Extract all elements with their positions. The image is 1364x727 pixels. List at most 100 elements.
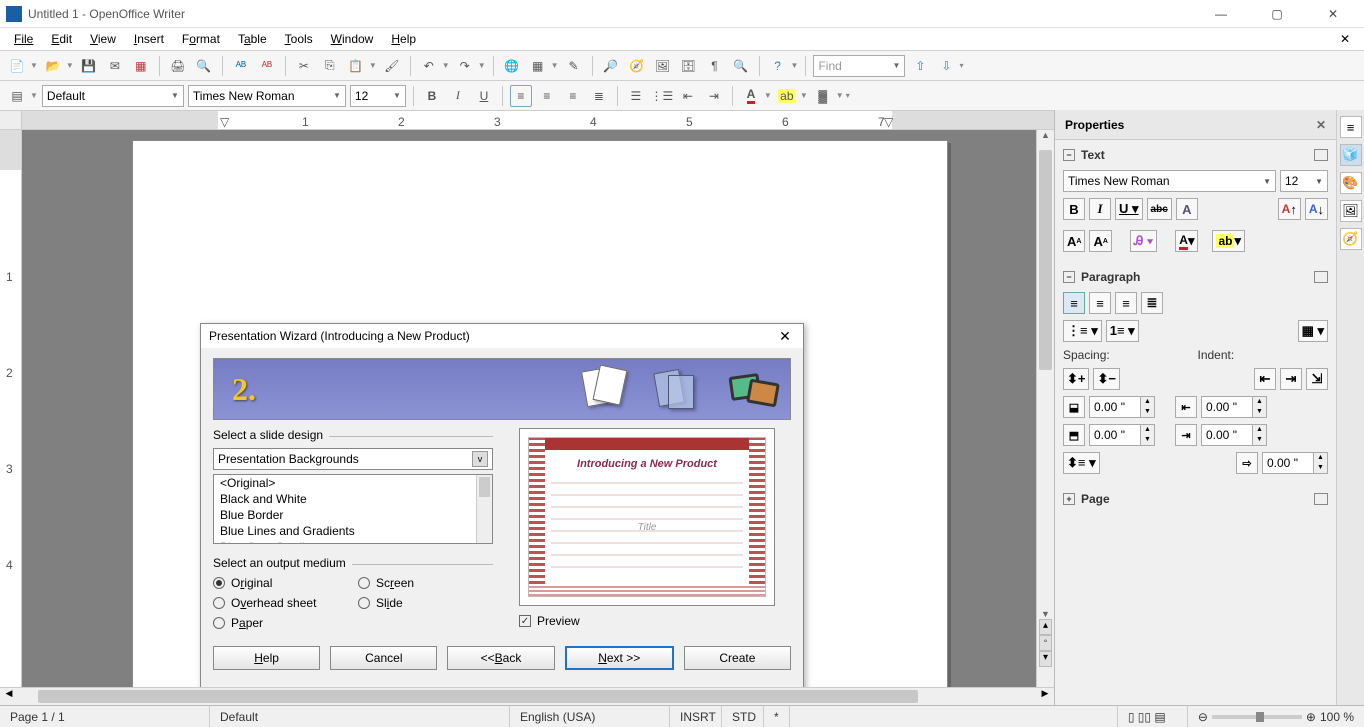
status-std[interactable]: STD xyxy=(722,706,764,727)
zoom-slider[interactable] xyxy=(1212,715,1302,719)
align-right-button[interactable]: ≡ xyxy=(562,85,584,107)
data-sources-button[interactable]: 🗄 xyxy=(678,55,700,77)
sidebar-highlight-button[interactable]: ab ▾ xyxy=(1212,230,1245,252)
superscript-button[interactable]: AA xyxy=(1063,230,1085,252)
decrease-font-button[interactable]: A↓ xyxy=(1305,198,1328,220)
menu-tools[interactable]: Tools xyxy=(277,30,321,48)
print-preview-button[interactable]: 🔍 xyxy=(193,55,215,77)
paste-button[interactable]: 📋 xyxy=(345,55,367,77)
status-insert[interactable]: INSRT xyxy=(670,706,722,727)
menu-window[interactable]: Window xyxy=(323,30,382,48)
table-button[interactable]: ▦ xyxy=(527,55,549,77)
status-selection[interactable]: * xyxy=(764,706,790,727)
maximize-button[interactable]: ▢ xyxy=(1258,3,1296,25)
help-button[interactable]: Help xyxy=(213,646,320,670)
bold-button[interactable]: B xyxy=(421,85,443,107)
font-name-select[interactable]: Times New Roman▼ xyxy=(188,85,346,107)
para-bgcolor-button[interactable]: ▦ ▾ xyxy=(1298,320,1328,342)
bg-color-button[interactable]: ▓ xyxy=(812,85,834,107)
radio-slide[interactable]: Slide xyxy=(358,596,493,610)
menu-table[interactable]: Table xyxy=(230,30,275,48)
radio-original[interactable]: Original xyxy=(213,576,348,590)
align-justify-button[interactable]: ≣ xyxy=(588,85,610,107)
underline-button[interactable]: U xyxy=(473,85,495,107)
sidebar-tab-menu-icon[interactable]: ≡ xyxy=(1340,116,1362,138)
sidebar-italic-button[interactable]: I xyxy=(1089,198,1111,220)
table-dropdown[interactable]: ▼ xyxy=(551,61,559,70)
horizontal-scrollbar[interactable]: ◀ ▶ xyxy=(0,687,1054,705)
first-line-spinner[interactable]: ▲▼ xyxy=(1262,452,1328,474)
ruler-marker-left[interactable]: ▽ xyxy=(220,115,229,129)
zoom-button[interactable]: 🔍 xyxy=(730,55,752,77)
auto-spellcheck-button[interactable]: ᴬᴮ xyxy=(256,55,278,77)
navigator-button[interactable]: 🧭 xyxy=(626,55,648,77)
list-item[interactable]: Blue Step Gradients xyxy=(214,539,492,544)
scroll-down-icon[interactable]: ▼ xyxy=(1037,609,1054,627)
radio-paper[interactable]: Paper xyxy=(213,616,348,630)
bullet-list-button[interactable]: ⋮☰ xyxy=(651,85,673,107)
redo-button[interactable]: ↷ xyxy=(454,55,476,77)
para-bullets-button[interactable]: ⋮≡ ▾ xyxy=(1063,320,1102,342)
vertical-scrollbar[interactable]: ▲ ▴ ◦ ▾ ▼ xyxy=(1036,130,1054,687)
list-item[interactable]: <Original> xyxy=(214,475,492,491)
dialog-titlebar[interactable]: Presentation Wizard (Introducing a New P… xyxy=(201,324,803,348)
list-item[interactable]: Blue Lines and Gradients xyxy=(214,523,492,539)
menu-edit[interactable]: Edit xyxy=(43,30,80,48)
sidebar-strike-button[interactable]: abc xyxy=(1147,198,1172,220)
format-paintbrush-button[interactable]: 🖌 xyxy=(381,55,403,77)
font-size-select[interactable]: 12▼ xyxy=(350,85,406,107)
menu-format[interactable]: Format xyxy=(174,30,228,48)
sidebar-bold-button[interactable]: B xyxy=(1063,198,1085,220)
backgrounds-combo[interactable]: Presentation Backgrounds v xyxy=(213,448,493,470)
para-align-center-button[interactable]: ≡ xyxy=(1089,292,1111,314)
outdent-button[interactable]: ⇤ xyxy=(677,85,699,107)
highlight-dropdown[interactable]: ▼ xyxy=(800,91,808,100)
italic-button[interactable]: I xyxy=(447,85,469,107)
styles-button[interactable]: ▤ xyxy=(6,85,28,107)
increase-font-button[interactable]: A↑ xyxy=(1278,198,1301,220)
align-left-button[interactable]: ≡ xyxy=(510,85,532,107)
menu-file[interactable]: File xyxy=(6,30,41,48)
close-button[interactable]: ✕ xyxy=(1314,3,1352,25)
open-dropdown[interactable]: ▼ xyxy=(66,61,74,70)
hanging-indent-button[interactable]: ⇲ xyxy=(1306,368,1328,390)
styles-dropdown[interactable]: ▼ xyxy=(30,91,38,100)
paste-dropdown[interactable]: ▼ xyxy=(369,61,377,70)
find-prev-button[interactable]: ⇧ xyxy=(909,55,931,77)
help-dropdown[interactable]: ▼ xyxy=(791,61,799,70)
open-button[interactable]: 📂 xyxy=(42,55,64,77)
copy-button[interactable]: ⎘ xyxy=(319,55,341,77)
list-item[interactable]: Black and White xyxy=(214,491,492,507)
para-numbering-button[interactable]: 1≡ ▾ xyxy=(1106,320,1139,342)
menu-help[interactable]: Help xyxy=(383,30,424,48)
design-listbox[interactable]: <Original> Black and White Blue Border B… xyxy=(213,474,493,544)
toolbar-overflow[interactable]: ▾ xyxy=(959,61,963,70)
cancel-button[interactable]: Cancel xyxy=(330,646,437,670)
section-options-icon[interactable] xyxy=(1314,271,1328,283)
scroll-right-icon[interactable]: ▶ xyxy=(1036,688,1054,705)
gallery-button[interactable]: 🖼 xyxy=(652,55,674,77)
dialog-close-icon[interactable]: ✕ xyxy=(775,328,795,345)
new-dropdown[interactable]: ▼ xyxy=(30,61,38,70)
undo-dropdown[interactable]: ▼ xyxy=(442,61,450,70)
ruler-marker-right[interactable]: ▽ xyxy=(884,115,893,129)
email-button[interactable]: ✉ xyxy=(104,55,126,77)
para-align-right-button[interactable]: ≡ xyxy=(1115,292,1137,314)
sidebar-font-color-button[interactable]: A ▾ xyxy=(1175,230,1198,252)
indent-before-spinner[interactable]: ▲▼ xyxy=(1201,396,1267,418)
font-color-dropdown[interactable]: ▼ xyxy=(764,91,772,100)
find-input[interactable]: Find ▼ xyxy=(813,55,905,77)
save-button[interactable]: 💾 xyxy=(78,55,100,77)
back-button[interactable]: << Back xyxy=(447,646,554,670)
para-align-left-button[interactable]: ≡ xyxy=(1063,292,1085,314)
inc-indent-button[interactable]: ⇥ xyxy=(1280,368,1302,390)
next-button[interactable]: Next >> xyxy=(565,646,674,670)
inc-spacing-button[interactable]: ⬍+ xyxy=(1063,368,1089,390)
pdf-button[interactable]: ▦ xyxy=(130,55,152,77)
sidebar-shadow-button[interactable]: A xyxy=(1176,198,1198,220)
scroll-up-icon[interactable]: ▲ xyxy=(1037,130,1054,148)
scroll-thumb[interactable] xyxy=(1039,150,1052,370)
draw-button[interactable]: ✎ xyxy=(563,55,585,77)
section-options-icon[interactable] xyxy=(1314,493,1328,505)
listbox-scrollbar[interactable] xyxy=(476,475,492,543)
